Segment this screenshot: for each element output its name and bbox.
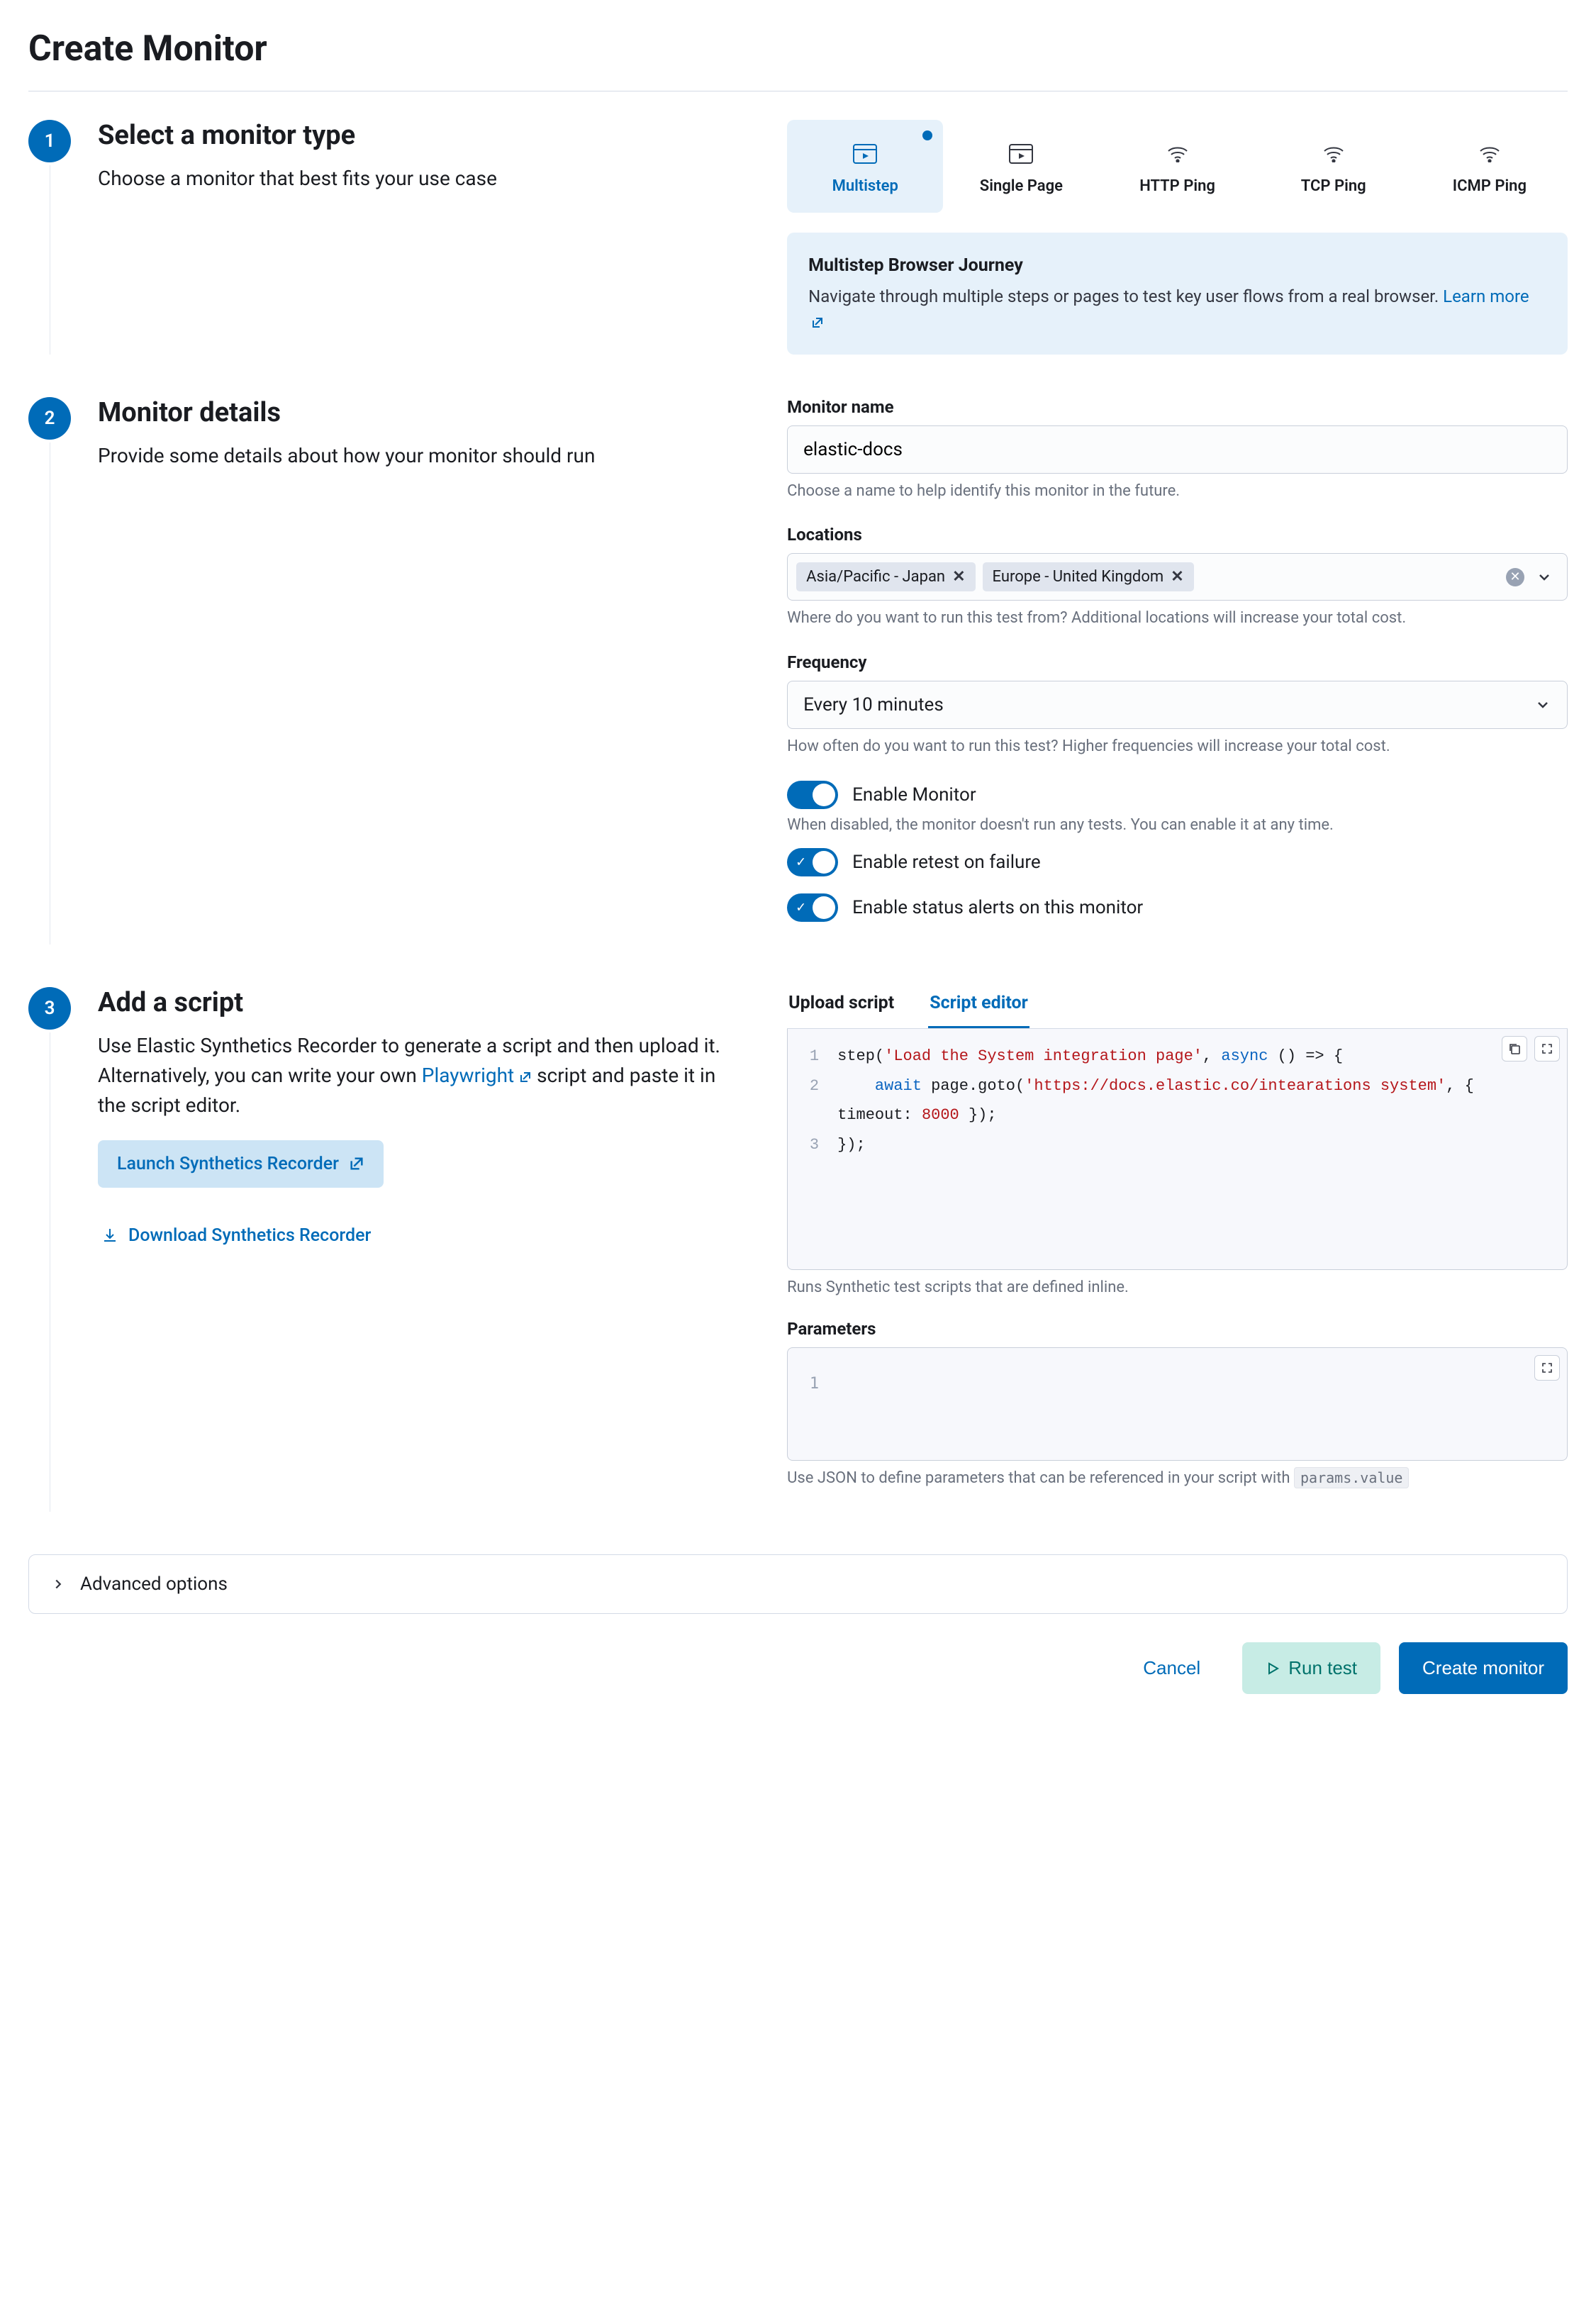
frequency-label: Frequency xyxy=(787,652,1568,672)
enable-monitor-toggle[interactable] xyxy=(787,781,838,809)
type-label: HTTP Ping xyxy=(1108,177,1246,195)
retest-label: Enable retest on failure xyxy=(852,852,1041,873)
pill-text: Europe - United Kingdom xyxy=(993,568,1164,586)
alerts-toggle[interactable]: ✓ xyxy=(787,893,838,922)
params-code: params.value xyxy=(1294,1467,1410,1488)
step3-title: Add a script xyxy=(98,987,744,1018)
location-pill: Asia/Pacific - Japan ✕ xyxy=(796,562,975,591)
monitor-name-input[interactable] xyxy=(787,425,1568,474)
code-body: step('Load the System integration page',… xyxy=(788,1029,1567,1173)
parameters-help: Use JSON to define parameters that can b… xyxy=(787,1468,1568,1490)
wifi-icon xyxy=(1108,140,1246,167)
chevron-down-icon xyxy=(1534,696,1551,713)
wifi-icon xyxy=(1265,140,1402,167)
external-link-icon xyxy=(349,1156,364,1171)
enable-monitor-label: Enable Monitor xyxy=(852,784,976,806)
parameters-label: Parameters xyxy=(787,1319,1568,1339)
footer-actions: Cancel Run test Create monitor xyxy=(28,1642,1568,1694)
frequency-value: Every 10 minutes xyxy=(803,694,944,715)
code-gutter: 123 xyxy=(788,1029,827,1269)
alerts-label: Enable status alerts on this monitor xyxy=(852,897,1143,918)
cancel-button[interactable]: Cancel xyxy=(1120,1642,1224,1694)
create-monitor-button[interactable]: Create monitor xyxy=(1399,1642,1568,1694)
clear-all-icon[interactable]: ✕ xyxy=(1506,568,1524,586)
location-pill: Europe - United Kingdom ✕ xyxy=(983,562,1194,591)
remove-pill-icon[interactable]: ✕ xyxy=(952,568,965,586)
step1-title: Select a monitor type xyxy=(98,120,744,151)
type-label: Single Page xyxy=(952,177,1090,195)
code-gutter: 1 xyxy=(788,1348,827,1460)
monitor-type-icmp-ping[interactable]: ICMP Ping xyxy=(1412,120,1568,213)
download-icon xyxy=(101,1227,118,1244)
fullscreen-icon[interactable] xyxy=(1534,1355,1560,1381)
monitor-type-single-page[interactable]: Single Page xyxy=(943,120,1099,213)
launch-recorder-button[interactable]: Launch Synthetics Recorder xyxy=(98,1140,384,1188)
step-badge-2: 2 xyxy=(28,397,71,440)
step1-desc: Choose a monitor that best fits your use… xyxy=(98,164,744,194)
frequency-help: How often do you want to run this test? … xyxy=(787,736,1568,758)
frequency-select[interactable]: Every 10 minutes xyxy=(787,681,1568,729)
step-badge-3: 3 xyxy=(28,987,71,1030)
monitor-type-callout: Multistep Browser Journey Navigate throu… xyxy=(787,233,1568,355)
wifi-icon xyxy=(1421,140,1558,167)
accordion-label: Advanced options xyxy=(80,1573,228,1595)
step-badge-1: 1 xyxy=(28,120,71,162)
page-title: Create Monitor xyxy=(28,28,1568,69)
type-label: TCP Ping xyxy=(1265,177,1402,195)
locations-input[interactable]: Asia/Pacific - Japan ✕ Europe - United K… xyxy=(787,553,1568,601)
locations-help: Where do you want to run this test from?… xyxy=(787,608,1568,630)
step2-title: Monitor details xyxy=(98,397,744,428)
chevron-right-icon xyxy=(50,1576,66,1592)
copy-icon[interactable] xyxy=(1502,1036,1527,1062)
single-page-icon xyxy=(952,140,1090,167)
chevron-down-icon[interactable] xyxy=(1536,569,1553,586)
remove-pill-icon[interactable]: ✕ xyxy=(1171,568,1183,586)
callout-body: Navigate through multiple steps or pages… xyxy=(808,286,1439,306)
step2-desc: Provide some details about how your moni… xyxy=(98,441,744,471)
tab-upload-script[interactable]: Upload script xyxy=(787,987,895,1028)
locations-label: Locations xyxy=(787,525,1568,545)
pill-text: Asia/Pacific - Japan xyxy=(806,568,945,586)
tab-script-editor[interactable]: Script editor xyxy=(928,987,1029,1028)
monitor-name-label: Monitor name xyxy=(787,397,1568,417)
type-label: Multistep xyxy=(796,177,934,195)
script-help: Runs Synthetic test scripts that are def… xyxy=(787,1277,1568,1299)
selected-dot-icon xyxy=(922,130,932,140)
run-test-button[interactable]: Run test xyxy=(1242,1642,1380,1694)
download-recorder-link[interactable]: Download Synthetics Recorder xyxy=(98,1212,390,1259)
advanced-options-accordion[interactable]: Advanced options xyxy=(28,1554,1568,1614)
monitor-type-tcp-ping[interactable]: TCP Ping xyxy=(1256,120,1412,213)
callout-title: Multistep Browser Journey xyxy=(808,252,1546,279)
section-monitor-type: 1 Select a monitor type Choose a monitor… xyxy=(28,120,1568,355)
monitor-type-http-ping[interactable]: HTTP Ping xyxy=(1099,120,1255,213)
retest-toggle[interactable]: ✓ xyxy=(787,848,838,876)
fullscreen-icon[interactable] xyxy=(1534,1036,1560,1062)
parameters-editor[interactable]: 1 xyxy=(787,1347,1568,1461)
play-icon xyxy=(1266,1661,1280,1676)
type-label: ICMP Ping xyxy=(1421,177,1558,195)
step3-desc: Use Elastic Synthetics Recorder to gener… xyxy=(98,1031,744,1120)
enable-monitor-help: When disabled, the monitor doesn't run a… xyxy=(787,816,1568,834)
monitor-name-help: Choose a name to help identify this moni… xyxy=(787,481,1568,503)
script-editor[interactable]: 123 step('Load the System integration pa… xyxy=(787,1029,1568,1270)
playwright-link[interactable]: Playwright xyxy=(422,1064,532,1087)
section-monitor-details: 2 Monitor details Provide some details a… xyxy=(28,397,1568,945)
multistep-icon xyxy=(796,140,934,167)
monitor-type-multistep[interactable]: Multistep xyxy=(787,120,943,213)
section-add-script: 3 Add a script Use Elastic Synthetics Re… xyxy=(28,987,1568,1513)
